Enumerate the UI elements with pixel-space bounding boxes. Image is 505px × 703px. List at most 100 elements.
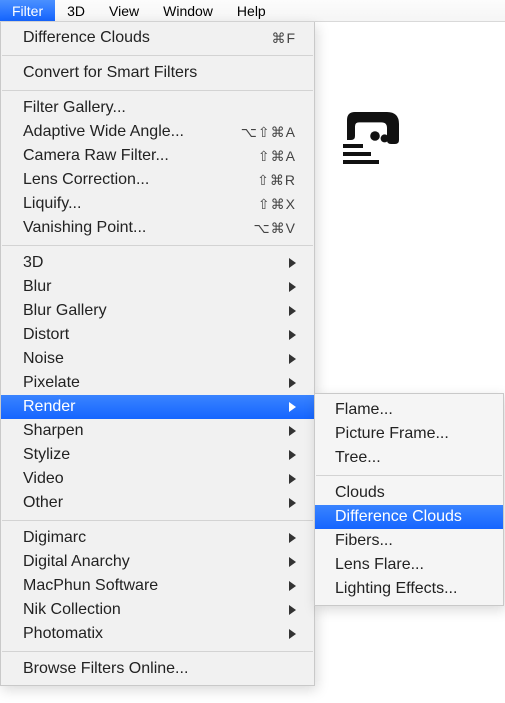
menu-item-blur-gallery[interactable]: Blur Gallery bbox=[1, 299, 314, 323]
menu-item-pixelate[interactable]: Pixelate bbox=[1, 371, 314, 395]
menubar-item-filter[interactable]: Filter bbox=[0, 0, 55, 21]
submenu-arrow-icon bbox=[289, 581, 296, 591]
menu-item-macphun-software[interactable]: MacPhun Software bbox=[1, 574, 314, 598]
menu-item-noise[interactable]: Noise bbox=[1, 347, 314, 371]
submenu-arrow-icon bbox=[289, 354, 296, 364]
menu-label: Camera Raw Filter... bbox=[23, 147, 258, 165]
menu-label: Vanishing Point... bbox=[23, 219, 254, 237]
menu-item-distort[interactable]: Distort bbox=[1, 323, 314, 347]
submenu-arrow-icon bbox=[289, 330, 296, 340]
submenu-label: Lens Flare... bbox=[335, 556, 424, 573]
submenu-arrow-icon bbox=[289, 282, 296, 292]
submenu-item-tree[interactable]: Tree... bbox=[315, 446, 503, 470]
menu-item-camera-raw-filter[interactable]: Camera Raw Filter... ⇧⌘A bbox=[1, 144, 314, 168]
menu-item-render[interactable]: Render bbox=[1, 395, 314, 419]
menu-separator bbox=[316, 475, 502, 476]
menu-label: 3D bbox=[23, 254, 281, 272]
submenu-arrow-icon bbox=[289, 605, 296, 615]
menu-item-difference-clouds[interactable]: Difference Clouds ⌘F bbox=[1, 26, 314, 50]
menu-label: Stylize bbox=[23, 446, 281, 464]
menu-item-vanishing-point[interactable]: Vanishing Point... ⌥⌘V bbox=[1, 216, 314, 240]
menubar-item-view[interactable]: View bbox=[97, 0, 151, 21]
submenu-item-clouds[interactable]: Clouds bbox=[315, 481, 503, 505]
submenu-item-difference-clouds[interactable]: Difference Clouds bbox=[315, 505, 503, 529]
menu-label: Blur bbox=[23, 278, 281, 296]
submenu-arrow-icon bbox=[289, 306, 296, 316]
filter-dropdown: Difference Clouds ⌘F Convert for Smart F… bbox=[0, 22, 315, 686]
submenu-item-lens-flare[interactable]: Lens Flare... bbox=[315, 553, 503, 577]
menubar-label: 3D bbox=[67, 3, 85, 19]
menubar-label: Help bbox=[237, 3, 266, 19]
menu-item-stylize[interactable]: Stylize bbox=[1, 443, 314, 467]
menu-label: Video bbox=[23, 470, 281, 488]
menu-label: Distort bbox=[23, 326, 281, 344]
menu-separator bbox=[2, 520, 313, 521]
menu-item-liquify[interactable]: Liquify... ⇧⌘X bbox=[1, 192, 314, 216]
menubar: Filter 3D View Window Help bbox=[0, 0, 505, 22]
submenu-label: Lighting Effects... bbox=[335, 580, 457, 597]
menubar-item-window[interactable]: Window bbox=[151, 0, 225, 21]
submenu-label: Clouds bbox=[335, 484, 385, 501]
menu-item-digimarc[interactable]: Digimarc bbox=[1, 526, 314, 550]
menu-item-photomatix[interactable]: Photomatix bbox=[1, 622, 314, 646]
submenu-arrow-icon bbox=[289, 629, 296, 639]
submenu-label: Picture Frame... bbox=[335, 425, 449, 442]
menu-shortcut: ⇧⌘A bbox=[258, 148, 296, 165]
menu-label: Pixelate bbox=[23, 374, 281, 392]
menu-item-3d[interactable]: 3D bbox=[1, 251, 314, 275]
menu-shortcut: ⇧⌘X bbox=[258, 196, 296, 213]
menubar-label: View bbox=[109, 3, 139, 19]
menu-label: Blur Gallery bbox=[23, 302, 281, 320]
submenu-arrow-icon bbox=[289, 426, 296, 436]
menu-label: Sharpen bbox=[23, 422, 281, 440]
menu-item-lens-correction[interactable]: Lens Correction... ⇧⌘R bbox=[1, 168, 314, 192]
submenu-label: Tree... bbox=[335, 449, 381, 466]
menubar-label: Window bbox=[163, 3, 213, 19]
submenu-item-lighting-effects[interactable]: Lighting Effects... bbox=[315, 577, 503, 601]
menubar-item-3d[interactable]: 3D bbox=[55, 0, 97, 21]
menu-shortcut: ⇧⌘R bbox=[257, 172, 296, 189]
menubar-item-help[interactable]: Help bbox=[225, 0, 278, 21]
menu-shortcut: ⌥⌘V bbox=[254, 220, 296, 237]
submenu-arrow-icon bbox=[289, 533, 296, 543]
menu-label: MacPhun Software bbox=[23, 577, 281, 595]
menu-item-adaptive-wide-angle[interactable]: Adaptive Wide Angle... ⌥⇧⌘A bbox=[1, 120, 314, 144]
menu-label: Lens Correction... bbox=[23, 171, 257, 189]
menu-separator bbox=[2, 651, 313, 652]
menu-item-convert-smart-filters[interactable]: Convert for Smart Filters bbox=[1, 61, 314, 85]
submenu-arrow-icon bbox=[289, 258, 296, 268]
submenu-arrow-icon bbox=[289, 402, 296, 412]
menu-item-sharpen[interactable]: Sharpen bbox=[1, 419, 314, 443]
menu-label: Convert for Smart Filters bbox=[23, 64, 296, 82]
submenu-item-flame[interactable]: Flame... bbox=[315, 398, 503, 422]
submenu-arrow-icon bbox=[289, 557, 296, 567]
menu-item-digital-anarchy[interactable]: Digital Anarchy bbox=[1, 550, 314, 574]
submenu-arrow-icon bbox=[289, 474, 296, 484]
menu-label: Noise bbox=[23, 350, 281, 368]
render-submenu: Flame... Picture Frame... Tree... Clouds… bbox=[314, 393, 504, 606]
menu-label: Browse Filters Online... bbox=[23, 660, 296, 678]
menu-label: Adaptive Wide Angle... bbox=[23, 123, 241, 141]
menu-separator bbox=[2, 245, 313, 246]
submenu-label: Difference Clouds bbox=[335, 508, 462, 525]
menu-item-filter-gallery[interactable]: Filter Gallery... bbox=[1, 96, 314, 120]
submenu-label: Fibers... bbox=[335, 532, 393, 549]
submenu-arrow-icon bbox=[289, 378, 296, 388]
menu-item-nik-collection[interactable]: Nik Collection bbox=[1, 598, 314, 622]
menu-label: Liquify... bbox=[23, 195, 258, 213]
submenu-item-picture-frame[interactable]: Picture Frame... bbox=[315, 422, 503, 446]
menubar-label: Filter bbox=[12, 3, 43, 19]
menu-item-other[interactable]: Other bbox=[1, 491, 314, 515]
menu-label: Photomatix bbox=[23, 625, 281, 643]
menu-label: Filter Gallery... bbox=[23, 99, 296, 117]
menu-separator bbox=[2, 90, 313, 91]
menu-item-video[interactable]: Video bbox=[1, 467, 314, 491]
menu-label: Nik Collection bbox=[23, 601, 281, 619]
menu-label: Digimarc bbox=[23, 529, 281, 547]
menu-label: Digital Anarchy bbox=[23, 553, 281, 571]
watermark-logo-icon bbox=[335, 100, 415, 180]
menu-item-browse-filters-online[interactable]: Browse Filters Online... bbox=[1, 657, 314, 681]
menu-item-blur[interactable]: Blur bbox=[1, 275, 314, 299]
submenu-item-fibers[interactable]: Fibers... bbox=[315, 529, 503, 553]
menu-label: Difference Clouds bbox=[23, 29, 271, 47]
